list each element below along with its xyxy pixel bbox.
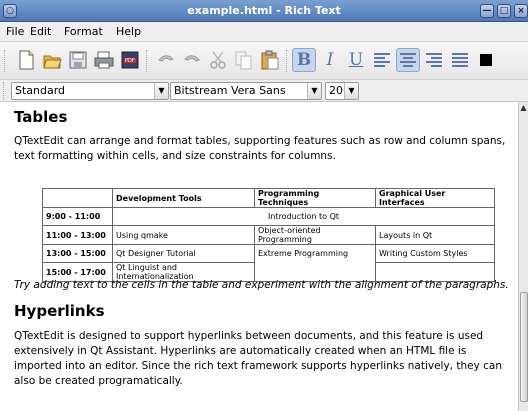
underline-icon[interactable]: U — [344, 48, 368, 72]
minimize-button[interactable]: — — [480, 4, 494, 18]
formatbar-grip[interactable] — [3, 82, 5, 100]
window-title: example.html - Rich Text — [187, 4, 341, 17]
print-icon[interactable] — [92, 48, 116, 72]
table-header: Programming Techniques — [254, 188, 376, 208]
table-cell: Using qmake — [112, 225, 255, 245]
bold-icon[interactable]: B — [292, 48, 316, 72]
toolbar-separator — [146, 50, 148, 72]
copy-icon[interactable] — [232, 48, 256, 72]
style-value: Standard — [15, 84, 66, 97]
maximize-button[interactable]: □ — [497, 4, 511, 18]
table-cell-time: 9:00 - 11:00 — [42, 207, 113, 226]
paragraph-tables: QTextEdit can arrange and format tables,… — [14, 135, 506, 162]
chevron-down-icon: ▼ — [307, 83, 321, 99]
align-left-icon[interactable] — [370, 48, 394, 72]
chevron-down-icon: ▼ — [154, 83, 168, 99]
menu-bar: File Edit Format Help — [0, 22, 528, 42]
toolbar-separator — [286, 50, 288, 72]
table-row: 13:00 - 15:00 Qt Designer Tutorial Extre… — [42, 244, 495, 282]
align-center-icon[interactable] — [396, 48, 420, 72]
menu-help[interactable]: Help — [116, 25, 141, 38]
schedule-table: Development Tools Programming Techniques… — [42, 188, 495, 282]
table-row: 9:00 - 11:00 Introduction to Qt — [42, 207, 495, 226]
table-cell — [42, 188, 113, 208]
vertical-scrollbar[interactable]: ▲ — [518, 102, 528, 411]
cut-icon[interactable] — [206, 48, 230, 72]
table-header: Development Tools — [112, 188, 255, 208]
format-toolbar: Standard ▼ Bitstream Vera Sans ▼ 20 ▼ — [0, 80, 528, 102]
paragraph-hyperlinks: QTextEdit is designed to support hyperli… — [14, 330, 502, 387]
new-icon[interactable] — [14, 48, 38, 72]
italic-label: I — [326, 50, 334, 70]
table-cell-time: 11:00 - 13:00 — [42, 225, 113, 245]
table-cell: Qt Designer Tutorial — [112, 244, 255, 263]
size-value: 20 — [329, 84, 343, 97]
italic-icon[interactable]: I — [318, 48, 342, 72]
font-combo[interactable]: Bitstream Vera Sans ▼ — [170, 82, 322, 100]
text-editor[interactable]: Tables QTextEdit can arrange and format … — [0, 102, 518, 411]
svg-text:PDF: PDF — [125, 58, 135, 64]
table-cell: Introduction to Qt — [112, 207, 495, 226]
menu-edit[interactable]: Edit — [30, 25, 51, 38]
title-bar: ○ example.html - Rich Text — □ × — [0, 0, 528, 22]
export-pdf-icon[interactable]: PDF — [118, 48, 142, 72]
align-right-icon[interactable] — [422, 48, 446, 72]
bold-label: B — [296, 50, 312, 70]
table-row: 11:00 - 13:00 Using qmake Object-oriente… — [42, 225, 495, 245]
menu-file[interactable]: File — [6, 25, 24, 38]
paste-icon[interactable] — [258, 48, 282, 72]
table-header: Graphical User Interfaces — [375, 188, 495, 208]
font-value: Bitstream Vera Sans — [174, 84, 286, 97]
chevron-down-icon: ▼ — [344, 83, 358, 99]
text-color-icon[interactable] — [474, 48, 498, 72]
table-row: Development Tools Programming Techniques… — [42, 188, 495, 208]
table-cell-time: 13:00 - 15:00 — [42, 244, 113, 263]
size-combo[interactable]: 20 ▼ — [325, 82, 359, 100]
menu-format[interactable]: Format — [64, 25, 103, 38]
save-icon[interactable] — [66, 48, 90, 72]
table-cell: Extreme Programming — [254, 244, 376, 282]
undo-icon[interactable] — [154, 48, 178, 72]
heading-hyperlinks: Hyperlinks — [14, 302, 105, 320]
close-button[interactable]: × — [514, 4, 528, 18]
align-justify-icon[interactable] — [448, 48, 472, 72]
open-icon[interactable] — [40, 48, 64, 72]
scrollbar-thumb[interactable] — [520, 292, 528, 402]
heading-tables: Tables — [14, 108, 68, 126]
scroll-up-icon[interactable]: ▲ — [519, 103, 528, 113]
paragraph-try: Try adding text to the cells in the tabl… — [14, 279, 509, 291]
table-cell: Object-oriented Programming — [254, 225, 376, 245]
table-cell: Writing Custom Styles — [375, 244, 495, 263]
main-toolbar: PDF B I U — [0, 42, 528, 80]
toolbar-grip[interactable] — [4, 50, 6, 72]
redo-icon[interactable] — [180, 48, 204, 72]
table-cell: Layouts in Qt — [375, 225, 495, 245]
style-combo[interactable]: Standard ▼ — [11, 82, 169, 100]
underline-label: U — [348, 50, 364, 70]
